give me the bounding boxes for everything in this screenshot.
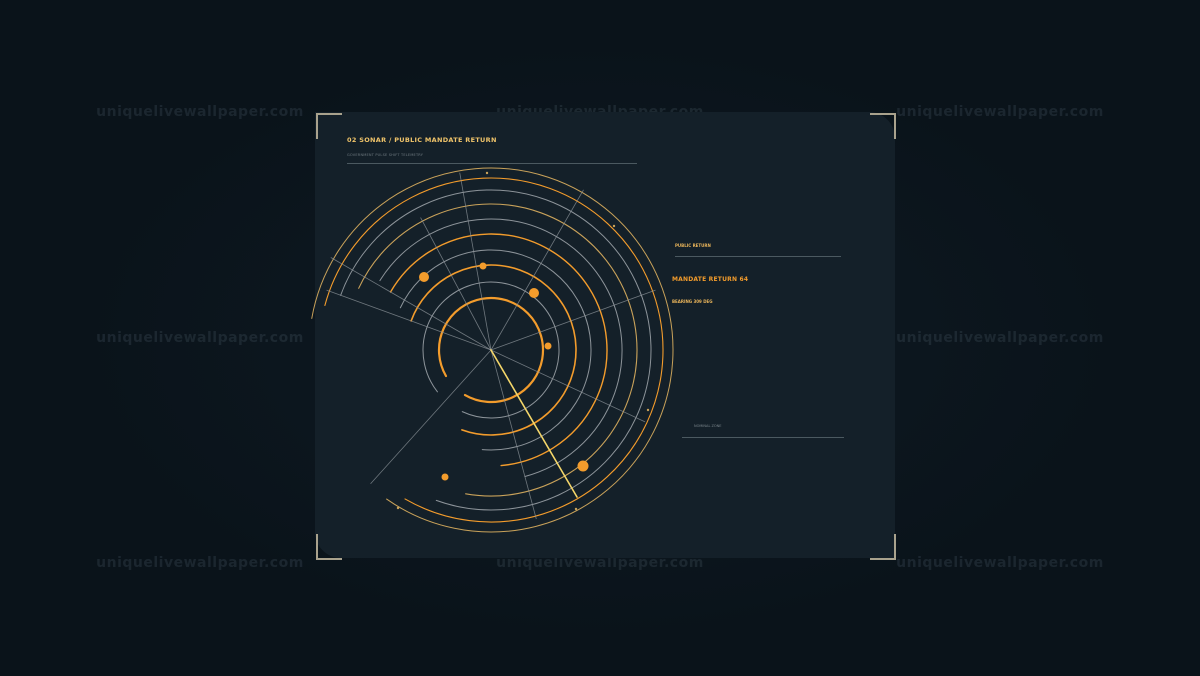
sonar-contact bbox=[577, 460, 589, 472]
sonar-ring-arc bbox=[399, 249, 592, 451]
sonar-tick-mark bbox=[574, 507, 578, 511]
sonar-contact bbox=[544, 342, 552, 350]
sonar-spoke bbox=[370, 349, 492, 485]
sonar-tick-mark bbox=[646, 408, 650, 412]
sonar-contact bbox=[479, 262, 487, 270]
sonar-ring-arc bbox=[311, 167, 674, 533]
sonar-ring-arc bbox=[379, 218, 623, 478]
wallpaper-stage: uniquelivewallpaper.com uniquelivewallpa… bbox=[0, 0, 1200, 676]
sweep-beam bbox=[490, 349, 578, 498]
sonar-tick-mark bbox=[485, 171, 489, 175]
sonar-contact bbox=[419, 272, 429, 282]
sonar-tick-mark bbox=[396, 506, 400, 510]
sonar-ring-arc bbox=[358, 203, 638, 497]
sonar-ring-arc bbox=[324, 177, 664, 523]
sonar-spoke bbox=[326, 289, 492, 351]
sonar-spoke bbox=[459, 172, 492, 351]
sonar-spoke bbox=[490, 289, 656, 351]
sonar-contact bbox=[441, 473, 449, 481]
sonar-ring-arc bbox=[340, 189, 652, 511]
sonar-rings bbox=[311, 167, 674, 533]
sonar-spoke bbox=[420, 217, 492, 351]
sonar-display bbox=[311, 167, 674, 533]
sonar-tick-mark bbox=[612, 224, 616, 228]
sonar-contact bbox=[529, 288, 539, 298]
sonar-spokes bbox=[326, 172, 656, 520]
sonar-ring-arc bbox=[410, 264, 577, 436]
